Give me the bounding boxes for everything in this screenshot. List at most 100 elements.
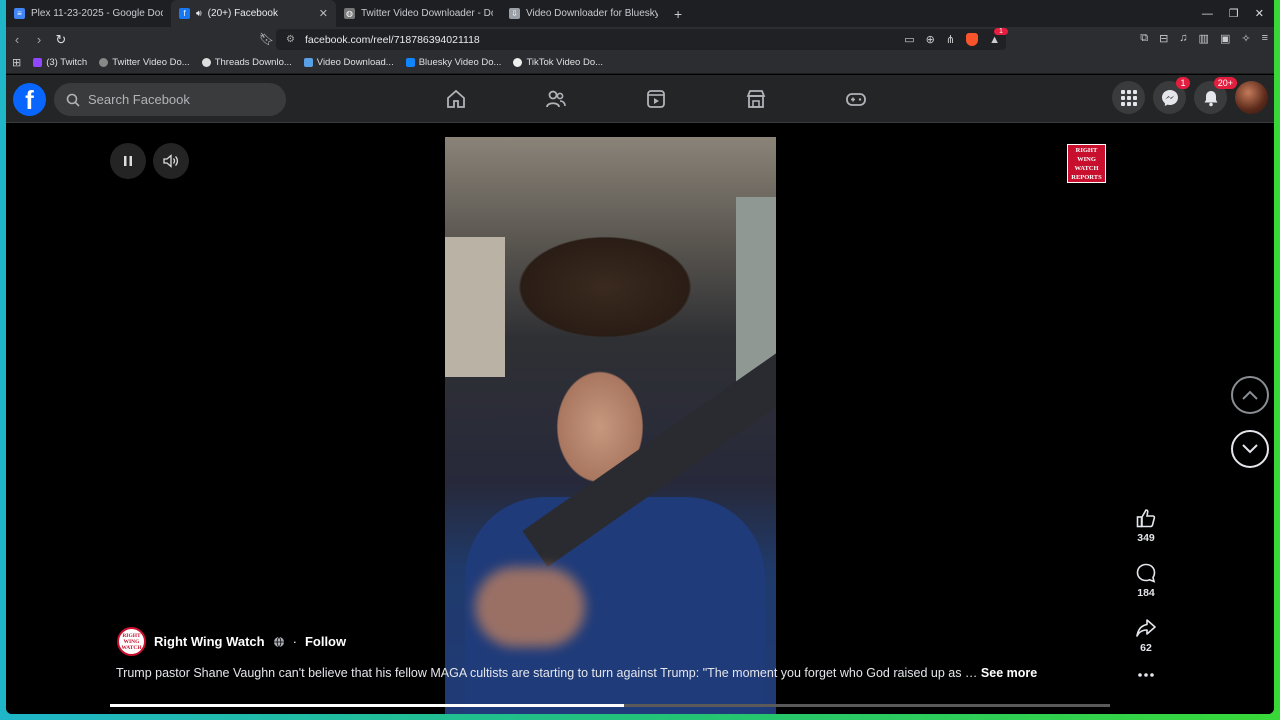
- follow-button[interactable]: Follow: [305, 634, 346, 649]
- forward-icon[interactable]: ›: [28, 32, 50, 47]
- search-input[interactable]: Search Facebook: [88, 92, 190, 107]
- grid-menu-icon: [1120, 89, 1137, 106]
- comment-action[interactable]: 184: [1126, 562, 1166, 599]
- close-window-icon[interactable]: ✕: [1255, 7, 1264, 20]
- bookmark-label: TikTok Video Do...: [526, 57, 604, 68]
- bookmark-twitch[interactable]: (3) Twitch: [27, 57, 93, 68]
- site-info-icon[interactable]: ⚙︎: [286, 34, 295, 45]
- apps-grid-icon[interactable]: ⊞: [6, 56, 27, 69]
- bookmark-label: Bluesky Video Do...: [418, 57, 502, 68]
- like-count: 349: [1137, 532, 1155, 544]
- address-bar[interactable]: ⚙︎ facebook.com/reel/718786394021118 ▭ ⊕…: [276, 27, 1008, 50]
- progress-fill: [110, 704, 624, 707]
- more-icon: [1138, 673, 1154, 677]
- speaker-icon: [163, 154, 179, 168]
- twitch-icon: [33, 58, 43, 67]
- tab-twitter-downloader[interactable]: ◍ Twitter Video Downloader - Do: [336, 0, 501, 27]
- globe-icon: [273, 636, 284, 647]
- previous-reel-button[interactable]: [1231, 376, 1269, 414]
- search-box[interactable]: Search Facebook: [54, 83, 286, 116]
- home-icon: [447, 89, 465, 108]
- menu-button[interactable]: [1112, 81, 1145, 114]
- like-action[interactable]: 349: [1126, 507, 1166, 544]
- search-icon: [66, 93, 80, 107]
- share-icon[interactable]: ⋔: [946, 33, 955, 46]
- bookmark-label: Threads Downlo...: [214, 57, 292, 68]
- volume-button[interactable]: [153, 143, 189, 179]
- bookmark-icon[interactable]: 🔖︎: [259, 32, 274, 46]
- reload-icon[interactable]: ↻: [50, 32, 72, 48]
- toolbar: ‹ › ↻ 🔖︎ ⚙︎ facebook.com/reel/7187863940…: [6, 27, 1274, 52]
- messenger-icon: [1161, 89, 1178, 106]
- nav-home[interactable]: [406, 75, 506, 123]
- author-row: RIGHT WING WATCH Right Wing Watch · Foll…: [117, 627, 346, 656]
- facebook-logo-icon[interactable]: f: [13, 83, 46, 116]
- close-tab-icon[interactable]: ✕: [319, 7, 328, 20]
- see-more-link[interactable]: See more: [981, 666, 1037, 680]
- author-name[interactable]: Right Wing Watch: [154, 634, 265, 649]
- minimize-icon[interactable]: —: [1202, 8, 1213, 20]
- reel-video[interactable]: [445, 137, 776, 714]
- wallet-icon[interactable]: ▣: [1220, 32, 1230, 45]
- share-action[interactable]: 62: [1126, 617, 1166, 654]
- tab-label: Plex 11-23-2025 - Google Docs: [31, 8, 163, 19]
- url-text: facebook.com/reel/718786394021118: [305, 33, 480, 46]
- pause-icon: [124, 156, 132, 166]
- tab-google-docs[interactable]: ≡ Plex 11-23-2025 - Google Docs: [6, 0, 171, 27]
- pause-button[interactable]: [110, 143, 146, 179]
- profile-avatar[interactable]: [1235, 81, 1268, 114]
- tiktok-icon: [513, 58, 523, 67]
- comment-count: 184: [1137, 587, 1155, 599]
- caption-text: Trump pastor Shane Vaughn can't believe …: [116, 666, 978, 680]
- chevron-down-icon: [1242, 444, 1258, 454]
- extensions-icon[interactable]: ⧉: [1140, 32, 1148, 45]
- reel-actions: 349 184 62: [1126, 507, 1166, 696]
- menu-icon[interactable]: ≡: [1262, 32, 1268, 45]
- leo-ai-icon[interactable]: ✧: [1241, 32, 1250, 45]
- messenger-button[interactable]: 1: [1153, 77, 1190, 114]
- docs-icon: ≡: [14, 8, 25, 19]
- cast-icon[interactable]: ▭: [904, 33, 914, 46]
- tab-bluesky-downloader[interactable]: ⇩ Video Downloader for Bluesky: [501, 0, 666, 27]
- chevron-up-icon: [1242, 390, 1258, 400]
- window-controls: — ❐ ✕: [1202, 0, 1264, 27]
- nav-gaming[interactable]: [806, 75, 906, 123]
- bookmark-label: Twitter Video Do...: [112, 57, 190, 68]
- author-avatar[interactable]: RIGHT WING WATCH: [117, 627, 146, 656]
- notifications-badge: 20+: [1213, 77, 1237, 89]
- nav-friends[interactable]: [506, 75, 606, 123]
- gaming-icon: [846, 93, 866, 106]
- sidebar-icon[interactable]: ▥: [1199, 32, 1209, 45]
- facebook-header: f Search Facebook 1 20+: [6, 75, 1274, 123]
- brave-shields-icon[interactable]: [966, 33, 979, 46]
- browser-window: ≡ Plex 11-23-2025 - Google Docs f 🔊︎ (20…: [6, 0, 1274, 714]
- video-progress-bar[interactable]: [110, 704, 1110, 707]
- bookmark-video-downloader[interactable]: Video Download...: [298, 57, 400, 68]
- zoom-icon[interactable]: ⊕: [926, 33, 935, 46]
- restore-icon[interactable]: ❐: [1229, 7, 1239, 20]
- logo-text: REPORTS: [1071, 174, 1102, 181]
- more-options[interactable]: [1126, 672, 1166, 678]
- share-icon: [1136, 619, 1156, 637]
- media-icon[interactable]: ♫: [1179, 32, 1187, 45]
- nav-video[interactable]: [606, 75, 706, 123]
- bookmark-tiktok-downloader[interactable]: TikTok Video Do...: [507, 57, 609, 68]
- download-icon: ⇩: [509, 8, 520, 19]
- back-icon[interactable]: ‹: [6, 32, 28, 47]
- new-tab-button[interactable]: +: [666, 0, 690, 27]
- tab-strip: ≡ Plex 11-23-2025 - Google Docs f 🔊︎ (20…: [6, 0, 1274, 27]
- messenger-badge: 1: [1176, 77, 1190, 89]
- bell-icon: [1204, 90, 1217, 106]
- bookmark-bluesky-downloader[interactable]: Bluesky Video Do...: [400, 57, 508, 68]
- downloads-icon[interactable]: ⊟: [1159, 32, 1168, 45]
- tab-facebook[interactable]: f 🔊︎ (20+) Facebook ✕: [171, 0, 336, 27]
- bookmark-twitter-downloader[interactable]: Twitter Video Do...: [93, 57, 195, 68]
- next-reel-button[interactable]: [1231, 430, 1269, 468]
- nav-marketplace[interactable]: [706, 75, 806, 123]
- logo-text: RIGHT: [1075, 147, 1098, 154]
- bookmark-label: (3) Twitch: [46, 57, 88, 68]
- notifications-button[interactable]: 20+: [1194, 77, 1237, 114]
- logo-text: WATCH: [1074, 165, 1099, 172]
- bookmark-threads-downloader[interactable]: Threads Downlo...: [196, 57, 298, 68]
- brave-rewards-icon[interactable]: ▲ 1: [989, 27, 1008, 46]
